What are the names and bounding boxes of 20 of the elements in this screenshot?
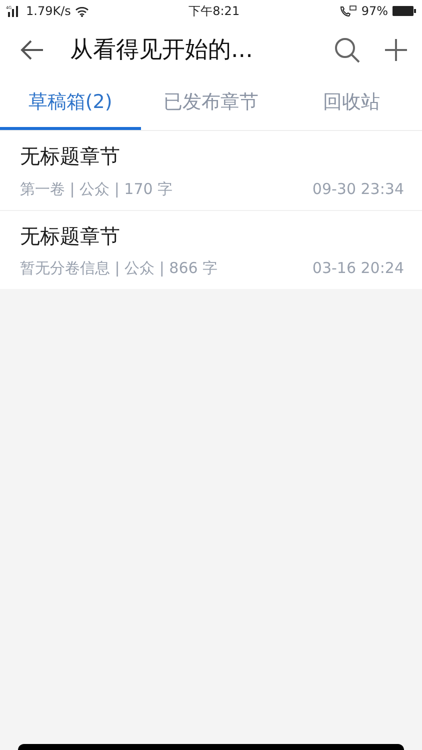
back-arrow-icon[interactable] [20, 40, 44, 60]
chapter-title: 无标题章节 [20, 143, 121, 170]
chapter-row[interactable]: 无标题章节 暂无分卷信息 | 公众 | 866 字 03-16 20:24 [0, 210, 422, 289]
page-title: 从看得见开始的... [70, 36, 254, 65]
search-icon[interactable] [334, 37, 360, 63]
wifi-icon [74, 6, 89, 16]
chapter-info: 第一卷 | 公众 | 170 字 [20, 178, 173, 200]
battery-percent: 97% [361, 3, 388, 20]
chapter-time: 09-30 23:34 [312, 178, 404, 200]
chapter-time: 03-16 20:24 [312, 258, 404, 278]
tab[interactable]: 回收站 [281, 78, 422, 130]
hd-call-icon [339, 5, 358, 17]
battery-icon [392, 5, 416, 17]
add-icon[interactable] [384, 38, 408, 62]
network-speed: 1.79K/s [26, 3, 71, 20]
tab[interactable]: 已发布章节 [140, 78, 282, 130]
chapter-row[interactable]: 无标题章节 第一卷 | 公众 | 170 字 09-30 23:34 [0, 131, 422, 210]
clock: 下午8:21 [188, 3, 240, 20]
chapter-title: 无标题章节 [20, 223, 121, 250]
chapter-info: 暂无分卷信息 | 公众 | 866 字 [20, 258, 218, 278]
